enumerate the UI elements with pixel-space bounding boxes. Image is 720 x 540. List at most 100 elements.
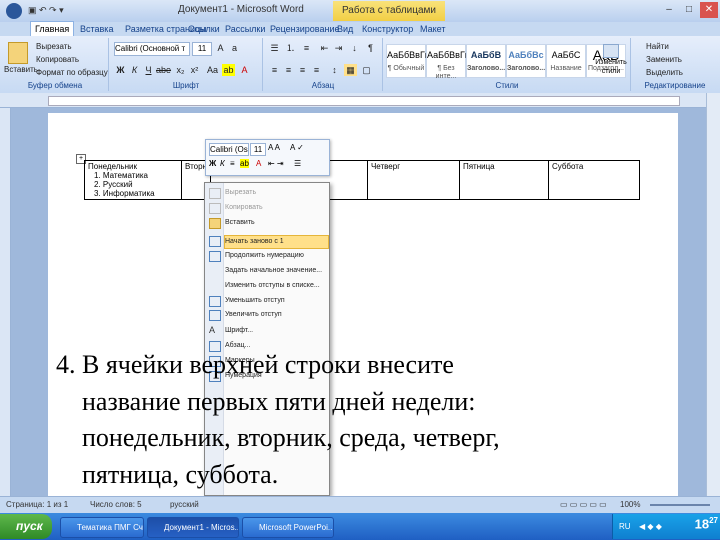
vertical-ruler[interactable] [0, 108, 11, 496]
mini-size-select[interactable]: 11 [250, 143, 266, 156]
find-button[interactable]: Найти [646, 42, 669, 51]
sort-icon[interactable]: ↓ [348, 42, 361, 54]
tab-home[interactable]: Главная [30, 21, 75, 37]
table-cell[interactable]: Четверг [366, 160, 460, 200]
style-title[interactable]: АаБбС Название [546, 44, 586, 78]
tab-insert[interactable]: Вставка [80, 22, 113, 36]
paste-icon[interactable] [8, 42, 28, 64]
mini-font-select[interactable]: Calibri (Os [209, 143, 249, 156]
mini-font-color-icon[interactable]: A [256, 159, 261, 168]
font-size-select[interactable]: 11 [192, 42, 212, 56]
zoom-slider[interactable] [650, 504, 710, 506]
menu-item-increase-indent[interactable]: Увеличить отступ [225, 309, 325, 321]
decrease-indent-icon[interactable]: ⇤ [318, 42, 331, 54]
show-marks-icon[interactable]: ¶ [364, 42, 377, 54]
format-painter-button[interactable]: Формат по образцу [36, 68, 108, 77]
menu-item-decrease-indent[interactable]: Уменьшить отступ [225, 295, 325, 307]
tab-review[interactable]: Рецензирование [270, 22, 340, 36]
superscript-icon[interactable]: x² [188, 64, 201, 76]
italic-icon[interactable]: К [128, 64, 141, 76]
highlight-color-icon[interactable]: ab [222, 64, 235, 76]
numbering-icon[interactable]: ⒈ [284, 42, 297, 54]
tray-icons[interactable]: ◀ ◆ ◆ [639, 522, 662, 531]
font-name-select[interactable]: Calibri (Основной т [114, 42, 190, 56]
borders-icon[interactable]: ▢ [360, 64, 373, 76]
style-heading-1[interactable]: АаБбВ Заголово... [466, 44, 506, 78]
status-words[interactable]: Число слов: 5 [90, 500, 142, 509]
mini-grow-font-icon[interactable]: A A [268, 143, 280, 152]
menu-item-continue-numbering[interactable]: Продолжить нумерацию [225, 250, 325, 262]
maximize-button[interactable]: □ [680, 2, 698, 18]
cut-button[interactable]: Вырезать [36, 42, 72, 51]
bullets-icon[interactable]: ☰ [268, 42, 281, 54]
continue-numbering-icon [209, 251, 221, 262]
copy-button[interactable]: Копировать [36, 55, 79, 64]
office-button-icon[interactable] [6, 3, 22, 19]
tab-design[interactable]: Конструктор [362, 22, 413, 36]
status-language[interactable]: русский [170, 500, 199, 509]
clock[interactable]: 1827 [695, 516, 718, 531]
increase-indent-icon[interactable]: ⇥ [332, 42, 345, 54]
start-button[interactable]: пуск [0, 514, 52, 539]
justify-icon[interactable]: ≡ [310, 64, 323, 76]
change-case-icon[interactable]: Aa [206, 64, 219, 76]
minimize-button[interactable]: – [660, 2, 678, 18]
table-cell[interactable]: Понедельник 1. Математика 2. Русский 3. … [84, 160, 182, 200]
shading-icon[interactable]: ▦ [344, 64, 357, 76]
days-table[interactable]: Понедельник 1. Математика 2. Русский 3. … [84, 160, 640, 200]
tab-layout[interactable]: Макет [420, 22, 445, 36]
mini-italic-icon[interactable]: К [220, 159, 225, 168]
underline-icon[interactable]: Ч [142, 64, 155, 76]
menu-item-cut[interactable]: Вырезать [225, 187, 325, 199]
menu-item-font[interactable]: Шрифт... [225, 325, 325, 337]
strikethrough-icon[interactable]: abe [156, 64, 171, 76]
view-buttons[interactable]: ▭ ▭ ▭ ▭ ▭ [560, 500, 607, 509]
font-color-icon[interactable]: A [238, 64, 251, 76]
group-clipboard: Вставить Вырезать Копировать Формат по о… [2, 38, 109, 91]
mini-indent-icon[interactable]: ⇤ ⇥ [268, 159, 284, 168]
menu-item-copy[interactable]: Копировать [225, 202, 325, 214]
paste-button[interactable]: Вставить [4, 65, 38, 74]
taskbar-item[interactable]: Тематика ПМГ Сч... [60, 517, 144, 538]
replace-button[interactable]: Заменить [646, 55, 682, 64]
tab-view[interactable]: Вид [337, 22, 353, 36]
table-cell[interactable]: Пятница [458, 160, 549, 200]
style-heading-2[interactable]: АаБбВс Заголово... [506, 44, 546, 78]
table-cell[interactable]: Суббота [547, 160, 640, 200]
language-indicator[interactable]: RU [619, 522, 631, 531]
tab-references[interactable]: Ссылки [188, 22, 220, 36]
menu-item-paste[interactable]: Вставить [225, 217, 325, 229]
subscript-icon[interactable]: x₂ [174, 64, 187, 76]
multilevel-list-icon[interactable]: ≡ [300, 42, 313, 54]
select-button[interactable]: Выделить [646, 68, 683, 77]
vertical-scrollbar[interactable] [706, 93, 720, 496]
mini-align-icon[interactable]: ≡ [230, 159, 235, 168]
horizontal-ruler[interactable] [0, 93, 720, 108]
close-button[interactable]: ✕ [700, 2, 718, 18]
quick-access-toolbar[interactable]: ▣ ↶ ↷ ▾ [28, 5, 88, 17]
mini-bold-icon[interactable]: Ж [209, 159, 216, 168]
status-page[interactable]: Страница: 1 из 1 [6, 500, 68, 509]
align-left-icon[interactable]: ≡ [268, 64, 281, 76]
menu-item-restart-numbering[interactable]: Начать заново с 1 [224, 235, 329, 249]
mini-bullets-icon[interactable]: ☰ [294, 159, 301, 168]
tab-mailings[interactable]: Рассылки [225, 22, 265, 36]
grow-font-icon[interactable]: A [214, 42, 227, 54]
taskbar-item-active[interactable]: Документ1 - Micros... [147, 517, 239, 538]
mini-highlight-icon[interactable]: ab [240, 159, 249, 168]
zoom-level[interactable]: 100% [620, 500, 640, 509]
shrink-font-icon[interactable]: a [228, 42, 241, 54]
style-normal[interactable]: АаБбВвГг ¶ Обычный [386, 44, 428, 78]
clock-hour: 18 [694, 516, 710, 532]
taskbar-item[interactable]: Microsoft PowerPoi... [242, 517, 334, 538]
menu-item-list-indents[interactable]: Изменить отступы в списке... [225, 280, 325, 292]
mini-styles-icon[interactable]: A ✓ [290, 143, 304, 152]
menu-item-set-value[interactable]: Задать начальное значение... [225, 265, 325, 277]
style-no-spacing[interactable]: АаБбВвГг ¶ Без инте... [426, 44, 468, 80]
change-styles-button[interactable]: Изменить стили [594, 44, 628, 75]
group-label-clipboard: Буфер обмена [27, 81, 83, 90]
bold-icon[interactable]: Ж [114, 64, 127, 76]
line-spacing-icon[interactable]: ↕ [328, 64, 341, 76]
align-right-icon[interactable]: ≡ [296, 64, 309, 76]
align-center-icon[interactable]: ≡ [282, 64, 295, 76]
